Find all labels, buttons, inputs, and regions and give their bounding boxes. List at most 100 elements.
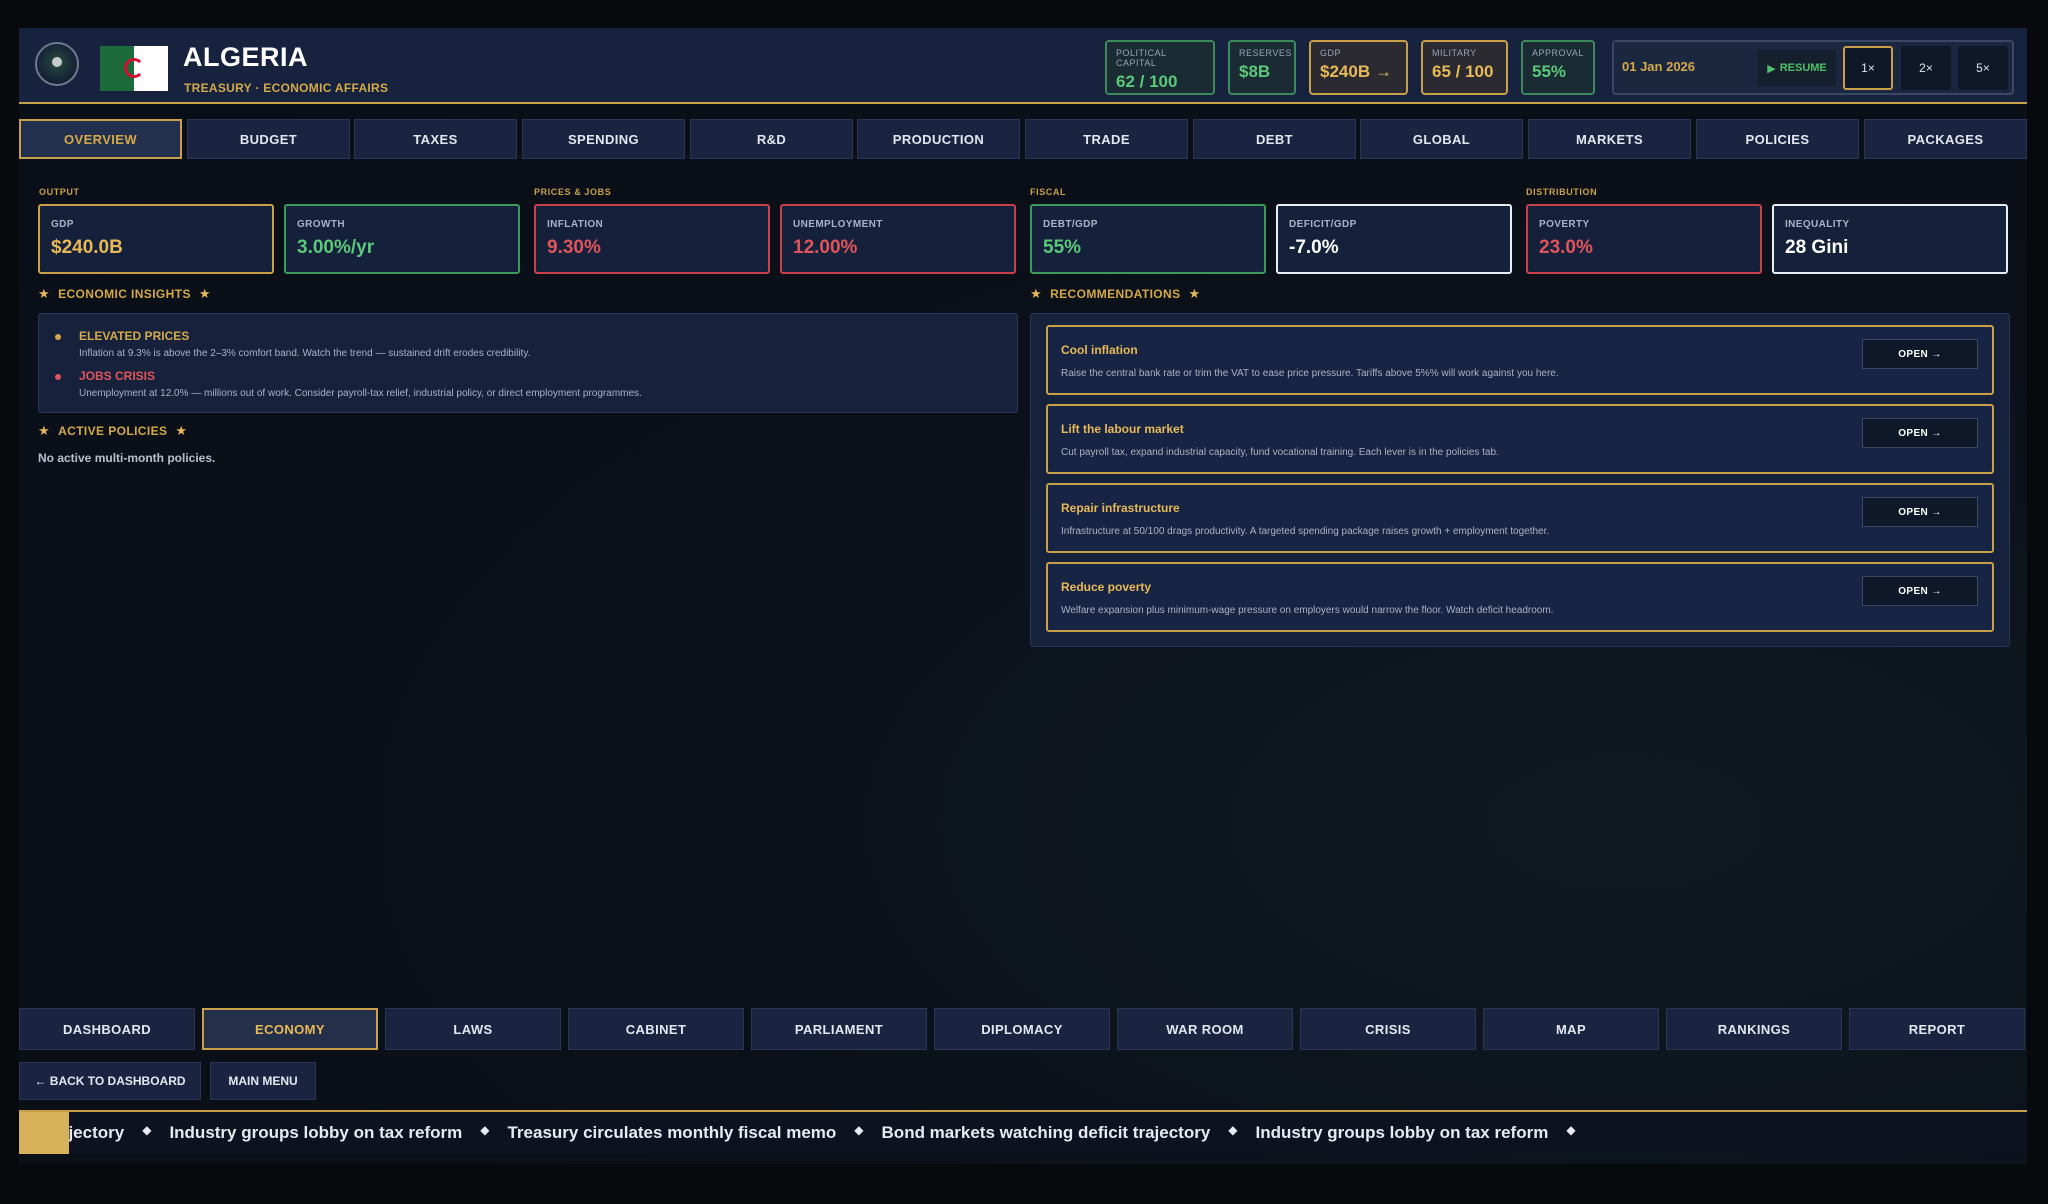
app-window: ALGERIA TREASURY · ECONOMIC AFFAIRS POLI… bbox=[19, 28, 2027, 1164]
diamond-icon: ◆ bbox=[142, 1123, 152, 1137]
star-icon: ★ bbox=[198, 286, 211, 301]
open-button[interactable]: OPEN → bbox=[1862, 418, 1978, 448]
kpi-value: 3.00%/yr bbox=[297, 237, 375, 258]
insights-panel: ELEVATED PRICES Inflation at 9.3% is abo… bbox=[38, 313, 1018, 413]
kpi-label: DEBT/GDP bbox=[1043, 219, 1098, 230]
speed-5x-button[interactable]: 5× bbox=[1958, 46, 2008, 90]
economic-insights-title: ★ ECONOMIC INSIGHTS ★ bbox=[38, 286, 211, 302]
news-ticker: ajectory ◆ Industry groups lobby on tax … bbox=[19, 1110, 2027, 1154]
nav-cabinet[interactable]: CABINET bbox=[568, 1008, 744, 1050]
kpi-gdp: GDP $240.0B bbox=[38, 204, 274, 274]
stat-label: GDP bbox=[1320, 48, 1342, 58]
ticker-marker bbox=[19, 1112, 69, 1154]
recommendations-panel: Cool inflation Raise the central bank ra… bbox=[1030, 313, 2010, 647]
star-icon: ★ bbox=[38, 423, 51, 438]
group-label-output: OUTPUT bbox=[39, 187, 80, 197]
recommendation-text: Raise the central bank rate or trim the … bbox=[1061, 368, 1559, 379]
nav-diplomacy[interactable]: DIPLOMACY bbox=[934, 1008, 1110, 1050]
stat-label: POLITICAL CAPITAL bbox=[1116, 48, 1167, 68]
star-icon: ★ bbox=[38, 286, 51, 301]
diamond-icon: ◆ bbox=[480, 1123, 490, 1137]
recommendation-card: Cool inflation Raise the central bank ra… bbox=[1046, 325, 1994, 395]
diamond-icon: ◆ bbox=[1566, 1123, 1576, 1137]
active-policies-title: ★ ACTIVE POLICIES ★ bbox=[38, 423, 187, 439]
tab-packages[interactable]: PACKAGES bbox=[1864, 119, 2027, 159]
section-title-text: RECOMMENDATIONS bbox=[1050, 287, 1181, 301]
open-button[interactable]: OPEN → bbox=[1862, 576, 1978, 606]
kpi-label: GDP bbox=[51, 219, 74, 230]
star-icon: ★ bbox=[1030, 286, 1043, 301]
open-button[interactable]: OPEN → bbox=[1862, 339, 1978, 369]
kpi-unemployment: UNEMPLOYMENT 12.00% bbox=[780, 204, 1016, 274]
tab-budget[interactable]: BUDGET bbox=[187, 119, 350, 159]
tab-markets[interactable]: MARKETS bbox=[1528, 119, 1691, 159]
ticker-item: Industry groups lobby on tax reform bbox=[1255, 1123, 1549, 1142]
diamond-icon: ◆ bbox=[854, 1123, 864, 1137]
play-icon: ▶ bbox=[1767, 62, 1776, 75]
stat-value: $240B → bbox=[1320, 62, 1392, 81]
nav-war-room[interactable]: WAR ROOM bbox=[1117, 1008, 1293, 1050]
kpi-value: 55% bbox=[1043, 237, 1082, 258]
nav-report[interactable]: REPORT bbox=[1849, 1008, 2025, 1050]
kpi-growth: GROWTH 3.00%/yr bbox=[284, 204, 520, 274]
kpi-poverty: POVERTY 23.0% bbox=[1526, 204, 1762, 274]
department-label: TREASURY · ECONOMIC AFFAIRS bbox=[184, 81, 389, 95]
kpi-value: 28 Gini bbox=[1785, 237, 1849, 258]
recommendation-title: Lift the labour market bbox=[1061, 422, 1184, 436]
nav-parliament[interactable]: PARLIAMENT bbox=[751, 1008, 927, 1050]
insight-item: ELEVATED PRICES Inflation at 9.3% is abo… bbox=[55, 329, 531, 359]
nav-crisis[interactable]: CRISIS bbox=[1300, 1008, 1476, 1050]
main-menu-button[interactable]: MAIN MENU bbox=[210, 1062, 316, 1100]
insight-title: JOBS CRISIS bbox=[79, 369, 156, 383]
tab-rnd[interactable]: R&D bbox=[690, 119, 853, 159]
stat-label: MILITARY bbox=[1432, 48, 1477, 58]
kpi-value: 12.00% bbox=[793, 237, 858, 258]
stat-value: $8B bbox=[1239, 62, 1271, 81]
kpi-deficit-gdp: DEFICIT/GDP -7.0% bbox=[1276, 204, 1512, 274]
tab-spending[interactable]: SPENDING bbox=[522, 119, 685, 159]
military-stat: MILITARY 65 / 100 bbox=[1421, 40, 1508, 95]
section-title-text: ECONOMIC INSIGHTS bbox=[58, 287, 191, 301]
stat-value: 65 / 100 bbox=[1432, 62, 1494, 81]
nav-economy[interactable]: ECONOMY bbox=[202, 1008, 378, 1050]
tab-overview[interactable]: OVERVIEW bbox=[19, 119, 182, 159]
stat-label: RESERVES bbox=[1239, 48, 1292, 58]
gdp-stat: GDP $240B → bbox=[1309, 40, 1408, 95]
tab-trade[interactable]: TRADE bbox=[1025, 119, 1188, 159]
recommendation-text: Cut payroll tax, expand industrial capac… bbox=[1061, 447, 1499, 458]
nav-rankings[interactable]: RANKINGS bbox=[1666, 1008, 1842, 1050]
insight-title: ELEVATED PRICES bbox=[79, 329, 190, 343]
kpi-label: UNEMPLOYMENT bbox=[793, 219, 883, 230]
nav-map[interactable]: MAP bbox=[1483, 1008, 1659, 1050]
insight-text: Inflation at 9.3% is above the 2–3% comf… bbox=[79, 348, 531, 359]
nav-dashboard[interactable]: DASHBOARD bbox=[19, 1008, 195, 1050]
tab-taxes[interactable]: TAXES bbox=[354, 119, 517, 159]
tab-global[interactable]: GLOBAL bbox=[1360, 119, 1523, 159]
kpi-value: 23.0% bbox=[1539, 237, 1593, 258]
resume-button[interactable]: ▶ RESUME bbox=[1758, 50, 1836, 86]
speed-2x-button[interactable]: 2× bbox=[1901, 46, 1951, 90]
tab-policies[interactable]: POLICIES bbox=[1696, 119, 1859, 159]
tab-debt[interactable]: DEBT bbox=[1193, 119, 1356, 159]
open-button[interactable]: OPEN → bbox=[1862, 497, 1978, 527]
recommendation-card: Lift the labour market Cut payroll tax, … bbox=[1046, 404, 1994, 474]
stat-label: APPROVAL bbox=[1532, 48, 1584, 58]
back-to-dashboard-button[interactable]: ← BACK TO DASHBOARD bbox=[19, 1062, 201, 1100]
country-name: ALGERIA bbox=[183, 42, 308, 72]
kpi-inflation: INFLATION 9.30% bbox=[534, 204, 770, 274]
group-label-fiscal: FISCAL bbox=[1030, 187, 1067, 197]
kpi-label: INEQUALITY bbox=[1785, 219, 1850, 230]
bullet-icon bbox=[55, 334, 61, 340]
star-icon: ★ bbox=[175, 423, 188, 438]
ticker-item: Treasury circulates monthly fiscal memo bbox=[507, 1123, 837, 1142]
time-controls: 01 Jan 2026 ▶ RESUME 1× 2× 5× bbox=[1612, 40, 2014, 95]
ticker-item: Industry groups lobby on tax reform bbox=[169, 1123, 463, 1142]
recommendation-title: Repair infrastructure bbox=[1061, 501, 1180, 515]
kpi-label: DEFICIT/GDP bbox=[1289, 219, 1357, 230]
nav-laws[interactable]: LAWS bbox=[385, 1008, 561, 1050]
recommendations-title: ★ RECOMMENDATIONS ★ bbox=[1030, 286, 1201, 302]
insight-text: Unemployment at 12.0% — millions out of … bbox=[79, 388, 642, 399]
tab-production[interactable]: PRODUCTION bbox=[857, 119, 1020, 159]
speed-1x-button[interactable]: 1× bbox=[1843, 46, 1893, 90]
kpi-value: -7.0% bbox=[1289, 237, 1339, 258]
